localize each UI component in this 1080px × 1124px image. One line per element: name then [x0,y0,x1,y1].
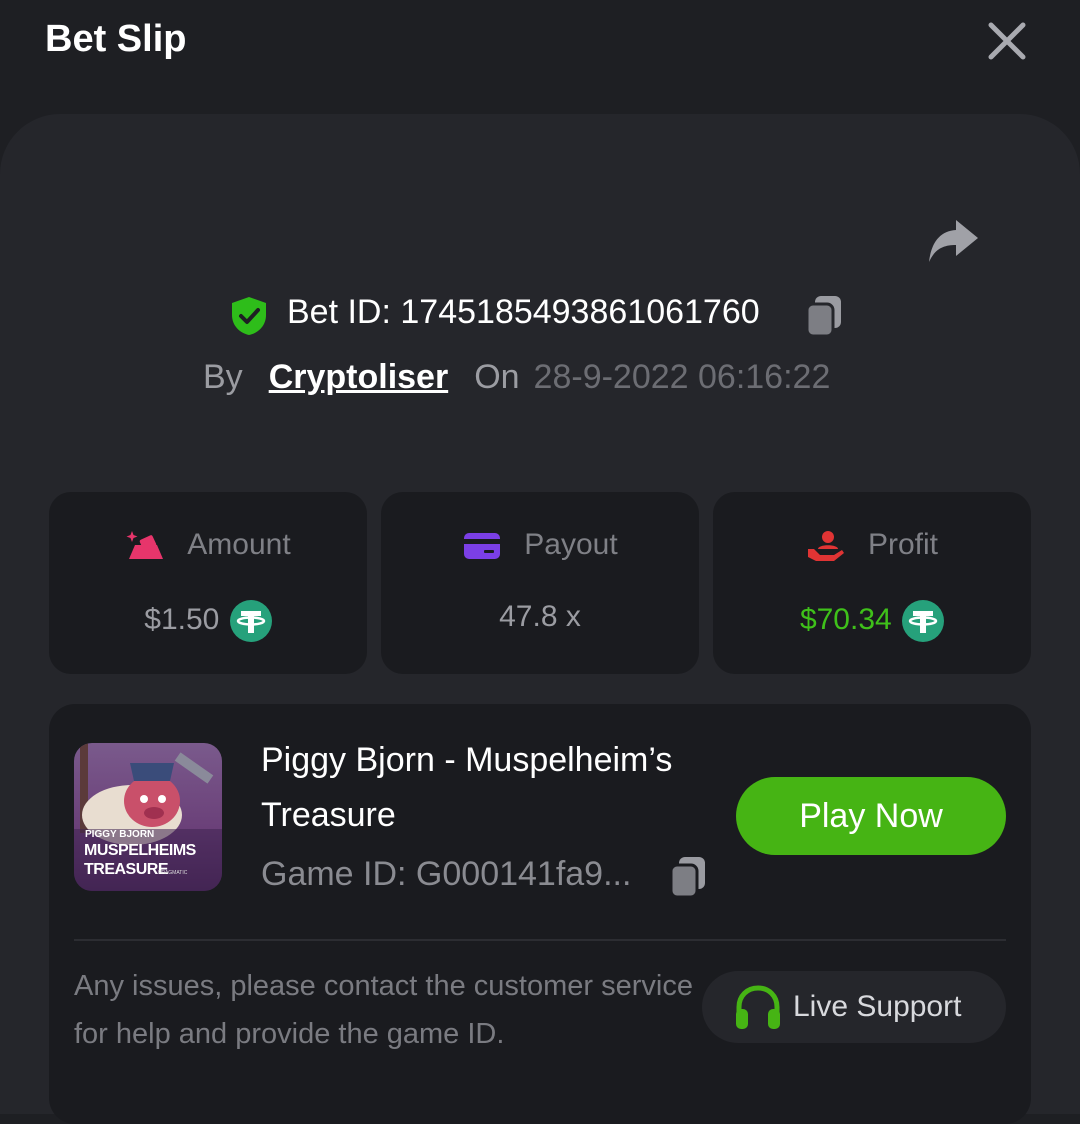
header: Bet Slip [0,0,1080,90]
thumb-brand: PRAGMATIC [158,870,188,876]
live-support-button[interactable]: Live Support [702,971,1006,1043]
thumb-title-line-2: MUSPELHEIMS [84,842,196,859]
thumb-title-line-1: PIGGY BJORN [85,829,155,840]
share-icon[interactable] [926,216,980,266]
by-label: By [203,358,243,396]
amount-card: Amount $1.50 [49,492,367,674]
payout-label-row: Payout [381,528,699,563]
payout-label: Payout [524,528,618,561]
divider [74,939,1006,941]
game-thumbnail[interactable]: PIGGY BJORN MUSPELHEIMS TREASURE PRAGMAT… [74,743,222,891]
bet-id: Bet ID: 1745185493861061760 [287,293,760,331]
tether-icon [229,600,272,642]
headphones-icon [736,985,780,1029]
amount-value-row: $1.50 [49,600,367,642]
profit-card: Profit $70.34 [713,492,1031,674]
amount-label: Amount [187,528,291,561]
support-notice: Any issues, please contact the customer … [74,970,693,1050]
card-icon [464,533,501,560]
username-link[interactable]: Cryptoliser [269,358,449,396]
payout-value: 47.8 x [499,600,581,633]
tether-icon [902,600,945,642]
verified-shield-icon [232,297,266,335]
amount-icon [126,531,164,560]
page-title: Bet Slip [45,18,187,60]
profit-value: $70.34 [799,602,892,636]
close-icon[interactable] [986,20,1028,62]
play-now-button[interactable]: Play Now [736,777,1006,855]
copy-icon[interactable] [804,294,844,338]
thumb-title-line-3: TREASURE [84,861,169,878]
copy-icon[interactable] [668,855,708,899]
profit-label-row: Profit [713,528,1031,563]
game-name: Piggy Bjorn - Muspelheim’s Treasure [261,741,673,834]
amount-value: $1.50 [144,602,220,636]
bet-byline: By Cryptoliser On 28-9-2022 06:16:22 [203,358,830,397]
amount-label-row: Amount [49,528,367,563]
on-label: On [474,358,520,396]
live-support-label: Live Support [793,990,962,1023]
profit-value-row: $70.34 [713,600,1031,642]
profit-label: Profit [867,528,939,561]
profit-icon [807,531,844,562]
bet-date: 28-9-2022 06:16:22 [533,358,831,396]
game-id: Game ID: G000141fa9... [261,855,632,893]
payout-card: Payout 47.8 x [381,492,699,674]
payout-value-row: 47.8 x [381,600,699,634]
